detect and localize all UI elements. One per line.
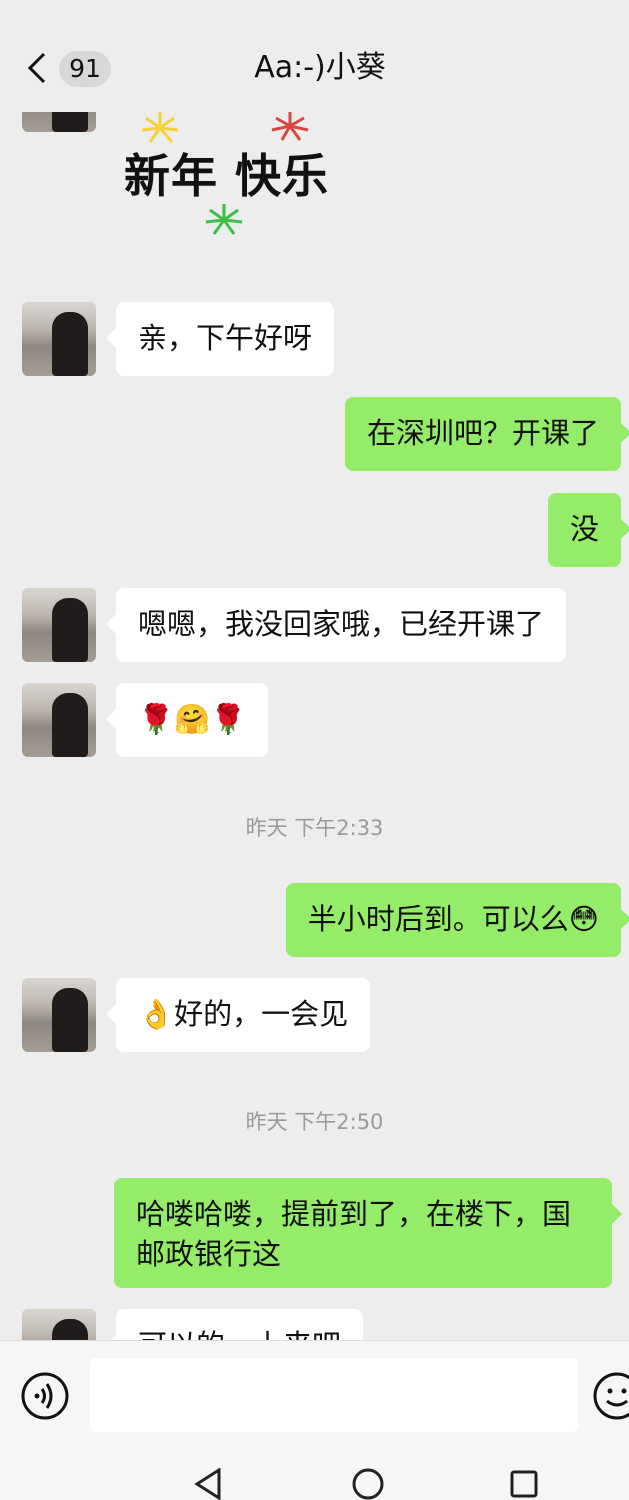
- outgoing-message[interactable]: 半小时后到。可以么😳: [285, 883, 629, 957]
- avatar[interactable]: [22, 302, 96, 376]
- system-nav-bar: [0, 1450, 629, 1500]
- avatar[interactable]: [22, 683, 96, 757]
- incoming-message[interactable]: 🌹🤗🌹: [105, 683, 269, 757]
- input-bar: [0, 1340, 629, 1451]
- chat-header: 91 Aa:-)小葵: [0, 0, 629, 112]
- outgoing-message[interactable]: 没: [547, 493, 629, 567]
- unread-count-badge[interactable]: 91: [59, 51, 111, 87]
- chevron-left-icon[interactable]: [24, 50, 54, 86]
- outgoing-message[interactable]: 在深圳吧？开课了: [344, 397, 629, 471]
- avatar[interactable]: [22, 978, 96, 1052]
- incoming-message[interactable]: 可以的，上来吧: [105, 1309, 364, 1340]
- message-list[interactable]: 新年 快乐 亲，下午好呀 在深圳吧？开课了 没 嗯嗯，我没回家哦，已经开课了 🌹…: [0, 0, 629, 1340]
- voice-icon[interactable]: [20, 1371, 70, 1421]
- outgoing-message[interactable]: 哈喽哈喽，提前到了，在楼下，国 邮政银行这: [114, 1178, 622, 1288]
- chat-title: Aa:-)小葵: [254, 50, 386, 85]
- incoming-message[interactable]: 👌好的，一会见: [105, 978, 371, 1052]
- square-recent-icon[interactable]: [510, 1470, 538, 1498]
- avatar[interactable]: [22, 1309, 96, 1340]
- message-line: 哈喽哈喽，提前到了，在楼下，国: [136, 1197, 572, 1231]
- incoming-message[interactable]: 嗯嗯，我没回家哦，已经开课了: [105, 588, 567, 662]
- message-line: 邮政银行这: [136, 1237, 282, 1271]
- triangle-back-icon[interactable]: [193, 1468, 225, 1500]
- message-input[interactable]: [90, 1358, 578, 1432]
- incoming-message[interactable]: 亲，下午好呀: [105, 302, 335, 376]
- circle-home-icon[interactable]: [352, 1468, 384, 1500]
- emoji-icon[interactable]: [592, 1371, 629, 1421]
- sticker-text: 新年 快乐: [124, 149, 330, 203]
- avatar[interactable]: [22, 588, 96, 662]
- timestamp: 昨天 下午2:33: [245, 816, 384, 840]
- timestamp: 昨天 下午2:50: [245, 1110, 384, 1134]
